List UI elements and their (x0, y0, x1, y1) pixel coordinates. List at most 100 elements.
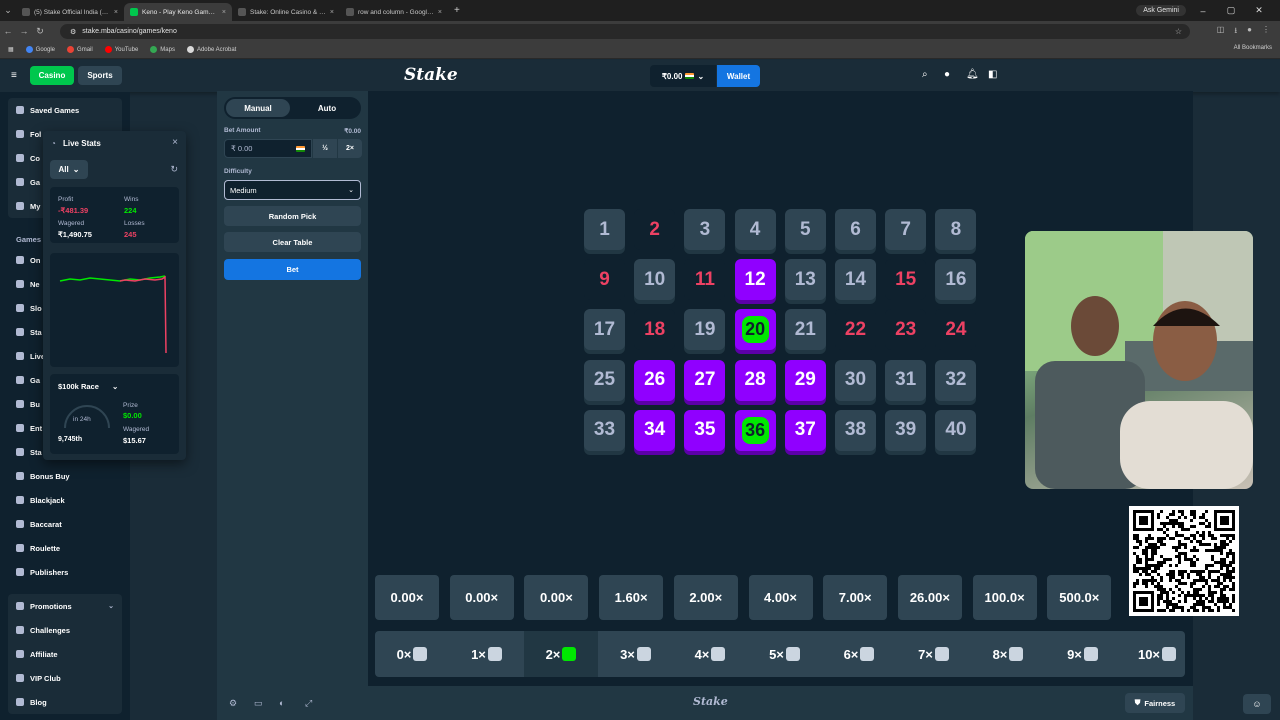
search-icon[interactable]: ⌕ (922, 69, 928, 80)
tab-manual[interactable]: Manual (226, 99, 290, 117)
keno-tile[interactable]: 20 (734, 309, 776, 351)
keno-tile[interactable]: 23 (885, 309, 927, 351)
double-bet-button[interactable]: 2× (338, 139, 362, 158)
close-icon[interactable]: × (438, 9, 442, 16)
menu-icon[interactable]: ⋮ (1262, 25, 1270, 39)
sidebar-item-bonus-buy[interactable]: Bonus Buy (8, 464, 122, 488)
keno-tile[interactable]: 4 (734, 209, 776, 250)
sidebar-item-promotions[interactable]: Promotions ⌄ (8, 594, 122, 618)
close-icon[interactable]: × (330, 9, 334, 16)
download-icon[interactable]: ⭳ (1234, 25, 1237, 39)
reload-icon[interactable]: ↻ (32, 26, 48, 37)
all-bookmarks[interactable]: All Bookmarks (1234, 45, 1272, 51)
random-pick-button[interactable]: Random Pick (224, 206, 361, 226)
keno-tile[interactable]: 19 (684, 309, 726, 351)
keno-tile[interactable]: 13 (784, 259, 826, 301)
tab-search-icon[interactable]: ⌄ (0, 5, 16, 16)
keno-tile[interactable]: 24 (935, 309, 977, 351)
keno-tile[interactable]: 30 (835, 359, 876, 401)
browser-tab[interactable]: row and column - Google Search × (340, 3, 448, 21)
sidebar-item-baccarat[interactable]: Baccarat (8, 512, 122, 536)
keno-tile[interactable]: 26 (634, 359, 676, 401)
bookmark-youtube[interactable]: YouTube (104, 46, 138, 53)
keno-tile[interactable]: 11 (684, 259, 726, 301)
keno-tile[interactable]: 17 (584, 309, 625, 351)
close-icon[interactable]: × (114, 9, 118, 16)
balance-selector[interactable]: ₹0.00 ⌄ (650, 65, 716, 87)
keno-tile[interactable]: 25 (584, 359, 625, 401)
keno-tile[interactable]: 22 (835, 309, 876, 351)
close-window-icon[interactable]: ✕ (1248, 5, 1270, 16)
keno-tile[interactable]: 14 (835, 259, 876, 301)
forward-icon[interactable]: → (16, 26, 32, 36)
sidebar-item-blackjack[interactable]: Blackjack (8, 488, 122, 512)
sidebar-item-publishers[interactable]: Publishers (8, 560, 122, 584)
stats-icon[interactable]: ◐ (279, 698, 284, 708)
bookmark-acrobat[interactable]: Adobe Acrobat (186, 46, 236, 53)
ask-gemini-button[interactable]: Ask Gemini (1136, 5, 1186, 16)
keno-tile[interactable]: 31 (885, 359, 927, 401)
url-field[interactable]: ⚙ stake.mba/casino/games/keno ☆ (60, 24, 1190, 39)
maximize-icon[interactable]: ▢ (1220, 5, 1242, 16)
popout-icon[interactable]: ⤢ (305, 698, 312, 709)
wallet-button[interactable]: Wallet (717, 65, 760, 87)
tab-auto[interactable]: Auto (295, 99, 359, 117)
casino-button[interactable]: Casino (30, 66, 74, 85)
fairness-button[interactable]: ⛊ Fairness (1125, 693, 1185, 713)
keno-tile[interactable]: 32 (935, 359, 977, 401)
profile-icon[interactable]: ● (1247, 25, 1252, 39)
bell-icon[interactable]: 🔔︎ (966, 69, 979, 80)
keno-tile[interactable]: 15 (885, 259, 927, 301)
keno-tile[interactable]: 12 (734, 259, 776, 301)
keno-tile[interactable]: 7 (885, 209, 927, 250)
sidebar-item-affiliate[interactable]: Affiliate (8, 642, 122, 666)
keno-tile[interactable]: 29 (784, 359, 826, 401)
browser-tab-active[interactable]: Keno - Play Keno Game Online × (124, 3, 232, 21)
sports-button[interactable]: Sports (78, 66, 122, 85)
race-title[interactable]: $100k Race (58, 382, 99, 391)
keno-tile[interactable]: 39 (885, 409, 927, 451)
keno-tile[interactable]: 34 (634, 409, 676, 451)
keno-tile[interactable]: 36 (734, 409, 776, 451)
stake-logo[interactable]: Stake (404, 65, 458, 85)
browser-tab[interactable]: Stake: Online Casino & Sports × (232, 3, 340, 21)
keno-tile[interactable]: 6 (835, 209, 876, 250)
keno-tile[interactable]: 18 (634, 309, 676, 351)
stats-filter-select[interactable]: All ⌄ (50, 160, 88, 179)
bookmark-google[interactable]: Google (25, 46, 55, 53)
bookmark-star-icon[interactable]: ☆ (1175, 27, 1182, 36)
chat-button[interactable]: ☺ (1243, 694, 1271, 714)
browser-tab[interactable]: (5) Stake Official India (@Stake × (16, 3, 124, 21)
keno-tile[interactable]: 33 (584, 409, 625, 451)
hamburger-menu-icon[interactable]: ≡ (11, 70, 17, 81)
keno-tile[interactable]: 10 (634, 259, 676, 301)
keno-tile[interactable]: 3 (684, 209, 726, 250)
keno-tile[interactable]: 16 (935, 259, 977, 301)
extensions-icon[interactable]: ◫ (1217, 25, 1225, 39)
theatre-mode-icon[interactable]: ▭ (254, 698, 263, 709)
keno-tile[interactable]: 1 (584, 209, 625, 250)
sidebar-item-roulette[interactable]: Roulette (8, 536, 122, 560)
half-bet-button[interactable]: ½ (313, 139, 337, 158)
new-tab-icon[interactable]: + (454, 5, 460, 16)
keno-tile[interactable]: 8 (935, 209, 977, 250)
refresh-icon[interactable]: ↻ (170, 164, 178, 175)
keno-tile[interactable]: 38 (835, 409, 876, 451)
keno-tile[interactable]: 40 (935, 409, 977, 451)
user-icon[interactable]: ● (944, 69, 950, 80)
apps-icon[interactable]: ▦ (8, 46, 14, 53)
clear-table-button[interactable]: Clear Table (224, 232, 361, 252)
bookmark-maps[interactable]: Maps (150, 46, 175, 53)
keno-tile[interactable]: 2 (634, 209, 676, 250)
keno-tile[interactable]: 27 (684, 359, 726, 401)
sidebar-item-saved-games[interactable]: Saved Games (8, 98, 122, 122)
sidebar-toggle-icon[interactable]: ◧ (988, 69, 997, 80)
close-icon[interactable]: × (222, 9, 226, 16)
sidebar-item-challenges[interactable]: Challenges (8, 618, 122, 642)
back-icon[interactable]: ← (0, 26, 16, 36)
close-icon[interactable]: × (172, 137, 178, 148)
difficulty-select[interactable]: Medium ⌄ (224, 180, 361, 200)
keno-tile[interactable]: 28 (734, 359, 776, 401)
sidebar-item-vip-club[interactable]: VIP Club (8, 666, 122, 690)
bet-amount-input[interactable]: ₹ 0.00 (224, 139, 312, 158)
